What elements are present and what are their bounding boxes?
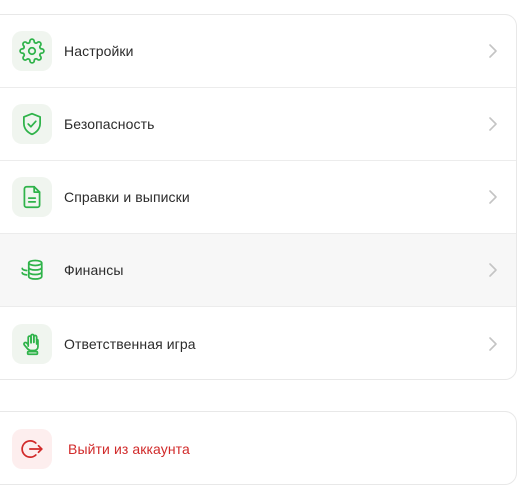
settings-icon-box bbox=[12, 31, 52, 71]
menu-item-settings[interactable]: Настройки bbox=[0, 15, 516, 88]
chevron-right-icon bbox=[486, 116, 498, 132]
menu-item-statements[interactable]: Справки и выписки bbox=[0, 161, 516, 234]
chevron-right-icon bbox=[486, 336, 498, 352]
menu-item-label: Справки и выписки bbox=[64, 189, 190, 205]
logout-icon bbox=[21, 439, 43, 458]
logout-icon-box bbox=[12, 428, 52, 469]
statements-icon-box bbox=[12, 177, 52, 217]
chevron-right-icon bbox=[486, 43, 498, 59]
document-icon bbox=[23, 185, 41, 209]
responsible-gaming-icon-box bbox=[12, 323, 52, 364]
menu-item-security[interactable]: Безопасность bbox=[0, 88, 516, 161]
coins-icon bbox=[21, 259, 43, 280]
profile-menu-card: Настройки Безопасность Справки и выписки bbox=[0, 14, 517, 380]
logout-button[interactable]: Выйти из аккаунта bbox=[0, 412, 516, 484]
gear-icon bbox=[19, 38, 45, 64]
logout-card: Выйти из аккаунта bbox=[0, 411, 517, 485]
shield-check-icon bbox=[23, 112, 41, 136]
chevron-right-icon bbox=[486, 262, 498, 278]
hand-icon bbox=[23, 333, 39, 355]
menu-item-finance[interactable]: Финансы bbox=[0, 234, 516, 307]
security-icon-box bbox=[12, 104, 52, 144]
logout-label: Выйти из аккаунта bbox=[68, 440, 190, 457]
menu-item-label: Безопасность bbox=[64, 116, 155, 132]
finance-icon-box bbox=[12, 250, 52, 290]
menu-item-label: Настройки bbox=[64, 43, 134, 59]
menu-item-label: Финансы bbox=[64, 262, 124, 278]
menu-item-responsible-gaming[interactable]: Ответственная игра bbox=[0, 307, 516, 379]
chevron-right-icon bbox=[486, 189, 498, 205]
menu-item-label: Ответственная игра bbox=[64, 335, 196, 352]
